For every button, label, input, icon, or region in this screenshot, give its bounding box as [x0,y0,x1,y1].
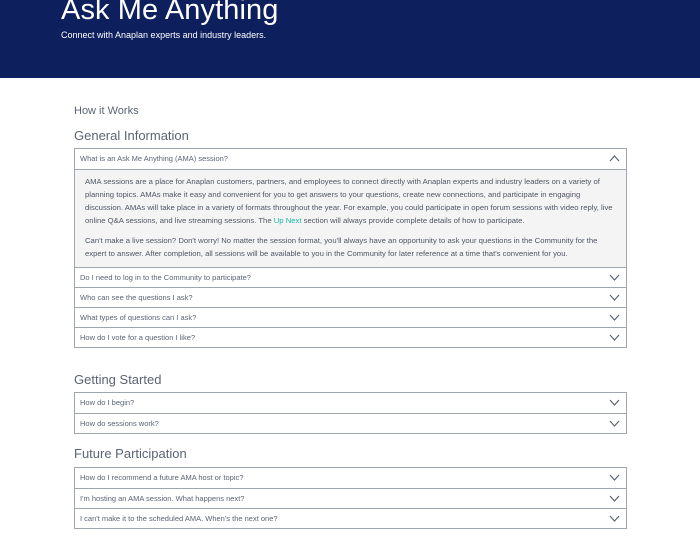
faq-question-label: What types of questions can I ask? [80,313,197,322]
how-it-works-heading: How it Works [74,105,139,117]
chevron-down-icon[interactable] [609,419,620,428]
chevron-down-icon[interactable] [609,494,620,503]
faq-question-label: Who can see the questions I ask? [80,293,193,302]
faq-answer-paragraph-2: Can't make a live session? Don't worry! … [85,236,598,258]
faq-question-label: I'm hosting an AMA session. What happens… [80,494,245,503]
section-title-general-information: General Information [74,128,189,143]
hero-banner: Ask Me Anything Connect with Anaplan exp… [0,0,700,78]
chevron-down-icon[interactable] [609,398,620,407]
faq-question-label: I can't make it to the scheduled AMA. Wh… [80,514,278,523]
faq-question-label: What is an Ask Me Anything (AMA) session… [80,154,228,163]
page-subtitle: Connect with Anaplan experts and industr… [61,30,267,40]
faq-question-sessions-work[interactable]: How do sessions work? [75,413,626,433]
chevron-down-icon[interactable] [609,293,620,302]
chevron-down-icon[interactable] [609,514,620,523]
accordion-future-participation: How do I recommend a future AMA host or … [74,467,627,529]
faq-question-next-one[interactable]: I can't make it to the scheduled AMA. Wh… [75,508,626,528]
faq-question-hosting-next[interactable]: I'm hosting an AMA session. What happens… [75,488,626,508]
chevron-down-icon[interactable] [609,473,620,482]
up-next-link[interactable]: Up Next [274,216,302,225]
faq-question-label: How do I recommend a future AMA host or … [80,473,244,482]
chevron-down-icon[interactable] [609,333,620,342]
faq-question-label: Do I need to log in to the Community to … [80,273,251,282]
chevron-down-icon[interactable] [609,273,620,282]
faq-question-label: How do I vote for a question I like? [80,333,196,342]
faq-question-what-is-ama[interactable]: What is an Ask Me Anything (AMA) session… [75,149,626,169]
page-title: Ask Me Anything [61,0,279,26]
section-title-getting-started: Getting Started [74,372,162,387]
faq-question-login[interactable]: Do I need to log in to the Community to … [75,267,626,287]
faq-question-who-can-see[interactable]: Who can see the questions I ask? [75,287,626,307]
faq-question-types[interactable]: What types of questions can I ask? [75,307,626,327]
accordion-general-information: What is an Ask Me Anything (AMA) session… [74,148,627,348]
faq-answer-panel: AMA sessions are a place for Anaplan cus… [75,169,626,267]
accordion-getting-started: How do I begin? How do sessions work? [74,392,627,434]
chevron-up-icon[interactable] [609,154,620,163]
faq-question-recommend-host[interactable]: How do I recommend a future AMA host or … [75,468,626,488]
faq-question-label: How do I begin? [80,398,135,407]
faq-question-begin[interactable]: How do I begin? [75,393,626,413]
section-title-future-participation: Future Participation [74,446,187,461]
faq-question-label: How do sessions work? [80,419,159,428]
chevron-down-icon[interactable] [609,313,620,322]
faq-question-vote[interactable]: How do I vote for a question I like? [75,327,626,347]
answer-text: section will always provide complete det… [301,216,525,225]
faq-answer-paragraph-1: AMA sessions are a place for Anaplan cus… [85,175,616,227]
